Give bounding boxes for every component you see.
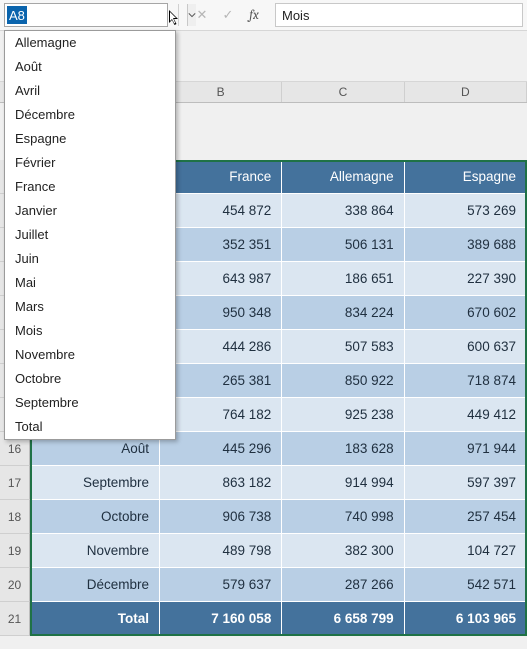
data-cell[interactable]: 507 583 [282,330,404,364]
data-cell[interactable]: 718 874 [405,364,527,398]
data-cell[interactable]: 389 688 [405,228,527,262]
data-cell[interactable]: 925 238 [282,398,404,432]
dropdown-item[interactable]: Avril [5,79,175,103]
dropdown-item[interactable]: Février [5,151,175,175]
row-header[interactable]: 17 [0,466,30,500]
row-header[interactable]: 19 [0,534,30,568]
table-row: 20Décembre579 637287 266542 571 [0,568,527,602]
name-box-input[interactable] [5,7,187,24]
row-label-cell[interactable]: Novembre [30,534,160,568]
data-cell[interactable]: 489 798 [160,534,282,568]
data-cell[interactable]: 906 738 [160,500,282,534]
row-header[interactable]: 21 [0,602,30,636]
formula-bar-area: A8 ✕ ✓ fx Mois [0,0,527,31]
fx-icon: fx [249,8,259,23]
data-cell[interactable]: 352 351 [160,228,282,262]
dropdown-item[interactable]: Août [5,55,175,79]
table-row: 21Total7 160 0586 658 7996 103 965 [0,602,527,636]
data-cell[interactable]: 600 637 [405,330,527,364]
chevron-down-icon [188,11,196,19]
data-cell[interactable]: Allemagne [282,160,404,194]
dropdown-item[interactable]: Novembre [5,343,175,367]
data-cell[interactable]: 971 944 [405,432,527,466]
dropdown-item[interactable]: France [5,175,175,199]
data-cell[interactable]: 764 182 [160,398,282,432]
data-cell[interactable]: 6 658 799 [282,602,404,636]
check-icon: ✓ [223,7,234,23]
data-cell[interactable]: 382 300 [282,534,404,568]
data-cell[interactable]: 7 160 058 [160,602,282,636]
data-cell[interactable]: 579 637 [160,568,282,602]
dropdown-item[interactable]: Mois [5,319,175,343]
data-cell[interactable]: 950 348 [160,296,282,330]
insert-function-button[interactable]: fx [241,4,267,26]
dropdown-item[interactable]: Décembre [5,103,175,127]
data-cell[interactable]: 183 628 [282,432,404,466]
dropdown-item[interactable]: Mars [5,295,175,319]
dropdown-item[interactable]: Espagne [5,127,175,151]
data-cell[interactable]: 257 454 [405,500,527,534]
data-cell[interactable]: 914 994 [282,466,404,500]
close-icon: ✕ [197,7,208,23]
data-cell[interactable]: 449 412 [405,398,527,432]
dropdown-item[interactable]: Octobre [5,367,175,391]
data-cell[interactable]: France [160,160,282,194]
data-cell[interactable]: 227 390 [405,262,527,296]
formula-bar-value: Mois [282,8,309,23]
data-cell[interactable]: 506 131 [282,228,404,262]
column-header-b[interactable]: B [160,82,282,102]
row-label-cell[interactable]: Septembre [30,466,160,500]
data-cell[interactable]: 338 864 [282,194,404,228]
data-cell[interactable]: 444 286 [160,330,282,364]
dropdown-item[interactable]: Septembre [5,391,175,415]
name-box[interactable]: A8 [4,3,168,27]
data-cell[interactable]: 454 872 [160,194,282,228]
name-box-dropdown-list[interactable]: AllemagneAoûtAvrilDécembreEspagneFévrier… [4,30,176,440]
row-header[interactable]: 18 [0,500,30,534]
dropdown-item[interactable]: Juillet [5,223,175,247]
row-header[interactable]: 20 [0,568,30,602]
dropdown-item[interactable]: Juin [5,247,175,271]
data-cell[interactable]: 6 103 965 [405,602,527,636]
column-header-c[interactable]: C [282,82,404,102]
formula-bar[interactable]: Mois [275,3,523,27]
data-cell[interactable]: 850 922 [282,364,404,398]
data-cell[interactable]: 670 602 [405,296,527,330]
data-cell[interactable]: 740 998 [282,500,404,534]
data-cell[interactable]: 287 266 [282,568,404,602]
table-row: 19Novembre489 798382 300104 727 [0,534,527,568]
row-label-cell[interactable]: Total [30,602,160,636]
data-cell[interactable]: 186 651 [282,262,404,296]
data-cell[interactable]: 573 269 [405,194,527,228]
data-cell[interactable]: 542 571 [405,568,527,602]
data-cell[interactable]: 863 182 [160,466,282,500]
data-cell[interactable]: 265 381 [160,364,282,398]
data-cell[interactable]: 104 727 [405,534,527,568]
row-label-cell[interactable]: Octobre [30,500,160,534]
data-cell[interactable]: 643 987 [160,262,282,296]
dropdown-item[interactable]: Janvier [5,199,175,223]
table-row: 17Septembre863 182914 994597 397 [0,466,527,500]
data-cell[interactable]: 445 296 [160,432,282,466]
formula-buttons: ✕ ✓ fx [189,4,267,26]
column-header-d[interactable]: D [405,82,527,102]
confirm-button[interactable]: ✓ [215,4,241,26]
data-cell[interactable]: 834 224 [282,296,404,330]
data-cell[interactable]: 597 397 [405,466,527,500]
table-row: 18Octobre906 738740 998257 454 [0,500,527,534]
dropdown-item[interactable]: Total [5,415,175,439]
name-box-dropdown-button[interactable] [187,4,196,26]
dropdown-item[interactable]: Mai [5,271,175,295]
data-cell[interactable]: Espagne [405,160,527,194]
dropdown-item[interactable]: Allemagne [5,31,175,55]
row-label-cell[interactable]: Décembre [30,568,160,602]
